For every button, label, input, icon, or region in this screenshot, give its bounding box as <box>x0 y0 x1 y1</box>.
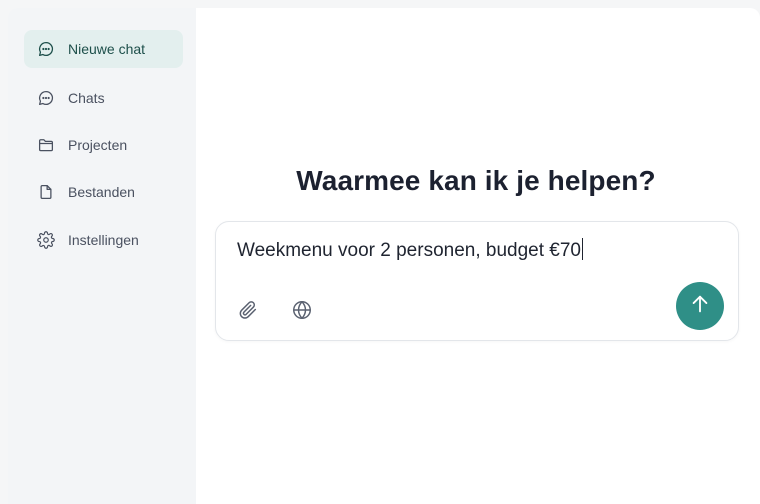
sidebar-item-label: Projecten <box>68 137 128 153</box>
sidebar: Nieuwe chat Chats Projecten Bestanden In… <box>8 8 196 504</box>
main-panel: Waarmee kan ik je helpen? Weekmenu voor … <box>196 8 760 504</box>
folder-icon <box>36 135 56 155</box>
chat-bubble-icon <box>36 39 56 59</box>
send-button[interactable] <box>676 282 724 330</box>
sidebar-item-new-chat[interactable]: Nieuwe chat <box>24 30 183 68</box>
message-composer: Weekmenu voor 2 personen, budget €70 <box>215 221 739 341</box>
chat-bubble-icon <box>36 88 56 108</box>
sidebar-item-files[interactable]: Bestanden <box>24 173 183 211</box>
arrow-up-icon <box>689 293 711 320</box>
sidebar-item-label: Nieuwe chat <box>68 41 146 57</box>
sidebar-item-label: Bestanden <box>68 184 135 200</box>
globe-icon <box>291 299 313 326</box>
sidebar-item-label: Chats <box>68 90 105 106</box>
sidebar-item-projects[interactable]: Projecten <box>24 126 183 164</box>
sidebar-item-chats[interactable]: Chats <box>24 79 183 117</box>
message-input-text: Weekmenu voor 2 personen, budget €70 <box>237 240 581 261</box>
paperclip-icon <box>237 299 259 326</box>
sidebar-item-settings[interactable]: Instellingen <box>24 221 183 259</box>
message-input[interactable]: Weekmenu voor 2 personen, budget €70 <box>237 236 657 266</box>
file-icon <box>36 182 56 202</box>
attach-button[interactable] <box>234 298 262 326</box>
gear-icon <box>36 230 56 250</box>
web-search-button[interactable] <box>288 298 316 326</box>
page-title: Waarmee kan ik je helpen? <box>296 165 656 196</box>
text-caret <box>582 238 583 260</box>
sidebar-item-label: Instellingen <box>68 232 139 248</box>
